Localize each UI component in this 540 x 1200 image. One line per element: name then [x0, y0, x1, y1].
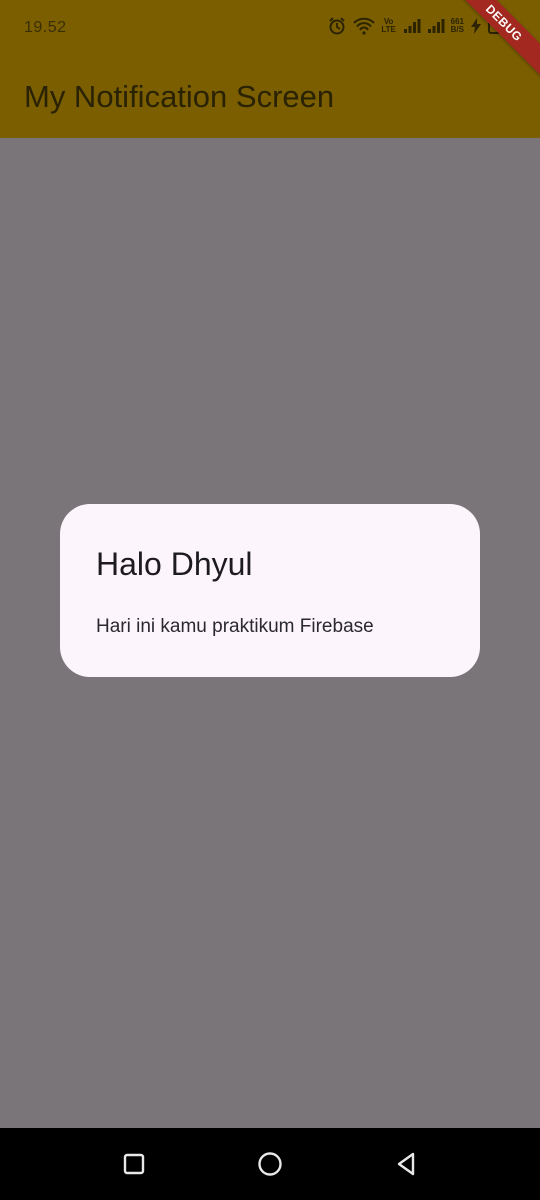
network-speed: 661 B/S [451, 18, 464, 34]
speed-unit: B/S [450, 25, 464, 34]
alarm-icon [327, 16, 347, 36]
status-time: 19.52 [24, 19, 67, 36]
back-button[interactable] [391, 1149, 421, 1179]
volte-indicator: Vo LTE [381, 17, 396, 34]
recents-button[interactable] [119, 1149, 149, 1179]
home-button[interactable] [255, 1149, 285, 1179]
wifi-icon [352, 17, 375, 35]
triangle-back-icon [397, 1152, 415, 1176]
status-bar: 19.52 Vo LTE 661 B/S 51 [0, 0, 540, 56]
notification-dialog: Halo Dhyul Hari ini kamu praktikum Fireb… [60, 504, 480, 677]
signal-icon-2 [427, 18, 445, 34]
app-bar: My Notification Screen [0, 56, 540, 138]
signal-icon-1 [403, 18, 421, 34]
square-icon [123, 1153, 145, 1175]
circle-icon [258, 1152, 282, 1176]
page-title: My Notification Screen [24, 79, 335, 114]
charging-icon [470, 18, 482, 34]
dialog-title: Halo Dhyul [96, 546, 253, 582]
system-nav-bar [0, 1128, 540, 1200]
dialog-body: Hari ini kamu praktikum Firebase [96, 616, 374, 637]
